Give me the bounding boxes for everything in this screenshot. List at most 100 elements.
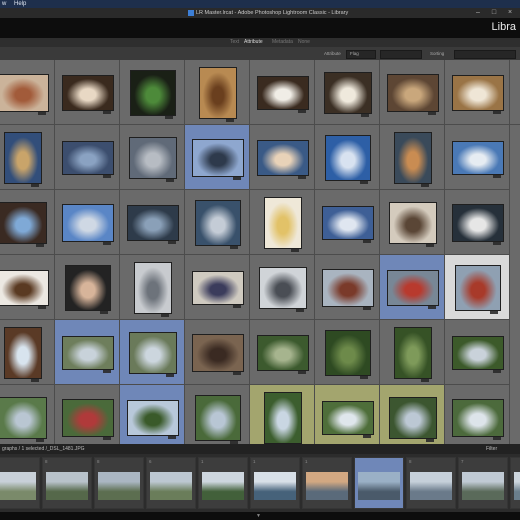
grid-cell[interactable] (55, 385, 120, 444)
photo-thumbnail[interactable] (257, 335, 308, 370)
photo-thumbnail[interactable] (452, 399, 503, 436)
filmstrip-thumbnail[interactable] (306, 472, 348, 500)
grid-cell[interactable] (380, 125, 445, 190)
grid-cell[interactable] (185, 385, 250, 444)
filmstrip-thumbnail[interactable] (0, 472, 36, 500)
filmstrip-thumbnail[interactable] (98, 472, 140, 500)
photo-thumbnail[interactable] (0, 270, 48, 305)
close-icon[interactable]: × (502, 8, 518, 18)
photo-thumbnail[interactable] (324, 72, 371, 113)
filmstrip-cell[interactable]: 1 (302, 457, 352, 509)
photo-thumbnail[interactable] (452, 75, 503, 110)
grid-cell[interactable] (0, 255, 55, 320)
photo-thumbnail[interactable] (62, 75, 113, 110)
photo-thumbnail[interactable] (322, 206, 373, 239)
photo-thumbnail[interactable] (62, 204, 113, 241)
menu-item-window[interactable]: w (2, 0, 6, 8)
photo-thumbnail[interactable] (257, 76, 308, 109)
grid-cell[interactable] (315, 255, 380, 320)
filmstrip-thumbnail[interactable] (150, 472, 192, 500)
grid-cell[interactable] (445, 255, 510, 320)
grid-cell[interactable] (120, 255, 185, 320)
grid-cell[interactable] (445, 60, 510, 125)
photo-thumbnail[interactable] (4, 132, 41, 183)
filter-attribute[interactable]: Attribute (244, 38, 263, 47)
photo-thumbnail[interactable] (259, 267, 306, 308)
rating-filter-box[interactable] (380, 50, 422, 59)
grid-cell[interactable] (445, 125, 510, 190)
photo-thumbnail[interactable] (0, 74, 48, 111)
photo-thumbnail[interactable] (192, 139, 243, 176)
filmstrip-cell[interactable]: 1 (198, 457, 248, 509)
grid-cell[interactable] (0, 60, 55, 125)
filter-metadata[interactable]: Metadata (272, 38, 293, 47)
photo-thumbnail[interactable] (322, 401, 373, 434)
menu-item-help[interactable]: Help (14, 0, 26, 8)
filmstrip-thumbnail[interactable] (202, 472, 244, 500)
grid-cell[interactable] (55, 255, 120, 320)
filmstrip-cell[interactable]: 1 (250, 457, 300, 509)
grid-cell[interactable] (315, 320, 380, 385)
filmstrip-cell[interactable] (0, 457, 40, 509)
photo-thumbnail[interactable] (387, 270, 438, 305)
grid-cell[interactable] (185, 60, 250, 125)
photo-thumbnail[interactable] (127, 205, 178, 240)
grid-cell[interactable] (380, 385, 445, 444)
grid-cell[interactable] (185, 125, 250, 190)
grid-cell[interactable] (250, 255, 315, 320)
filmstrip-thumbnail[interactable] (462, 472, 504, 500)
photo-thumbnail[interactable] (62, 141, 113, 174)
photo-thumbnail[interactable] (134, 262, 171, 313)
filmstrip-cell[interactable]: 8 (94, 457, 144, 509)
photo-thumbnail[interactable] (322, 269, 373, 306)
photo-thumbnail[interactable] (199, 67, 236, 118)
grid-cell[interactable] (0, 125, 55, 190)
filmstrip-cell[interactable] (510, 457, 520, 509)
maximize-icon[interactable]: □ (486, 8, 502, 18)
filmstrip-thumbnail[interactable] (254, 472, 296, 500)
photo-thumbnail[interactable] (195, 200, 240, 245)
photo-thumbnail[interactable] (192, 334, 243, 371)
grid-cell[interactable] (55, 320, 120, 385)
grid-cell[interactable] (250, 190, 315, 255)
photo-thumbnail[interactable] (452, 141, 503, 174)
grid-cell[interactable] (380, 60, 445, 125)
filmstrip-thumbnail[interactable] (46, 472, 88, 500)
grid-cell[interactable] (315, 385, 380, 444)
photo-thumbnail[interactable] (325, 330, 370, 375)
filter-none[interactable]: None (298, 38, 310, 47)
filmstrip-cell[interactable]: 6 (146, 457, 196, 509)
photo-thumbnail[interactable] (455, 265, 500, 310)
sort-stars-box[interactable] (454, 50, 516, 59)
photo-thumbnail[interactable] (192, 271, 243, 304)
grid-cell[interactable] (250, 60, 315, 125)
photo-thumbnail[interactable] (195, 395, 240, 440)
grid-cell[interactable] (120, 60, 185, 125)
grid-cell[interactable] (0, 190, 55, 255)
minimize-icon[interactable]: – (470, 8, 486, 18)
photo-thumbnail[interactable] (452, 204, 503, 241)
photo-thumbnail[interactable] (0, 202, 46, 243)
photo-thumbnail[interactable] (65, 265, 110, 310)
grid-cell[interactable] (315, 60, 380, 125)
grid-cell[interactable] (315, 190, 380, 255)
photo-thumbnail[interactable] (62, 399, 113, 436)
grid-cell[interactable] (185, 190, 250, 255)
grid-cell[interactable] (250, 385, 315, 444)
grid-cell[interactable] (315, 125, 380, 190)
grid-cell[interactable] (55, 60, 120, 125)
photo-thumbnail[interactable] (129, 137, 176, 178)
photo-thumbnail[interactable] (389, 202, 436, 243)
grid-cell[interactable] (445, 385, 510, 444)
grid-cell[interactable] (120, 190, 185, 255)
grid-cell[interactable] (120, 320, 185, 385)
photo-thumbnail[interactable] (452, 336, 503, 369)
photo-thumbnail[interactable] (257, 140, 308, 175)
filmstrip-cell[interactable]: 8 (42, 457, 92, 509)
photo-thumbnail[interactable] (394, 327, 431, 378)
bottom-panel-toggle[interactable]: ▼ (0, 512, 520, 520)
filmstrip-thumbnail[interactable] (410, 472, 452, 500)
grid-cell[interactable] (185, 320, 250, 385)
module-name-library[interactable]: Libra (492, 21, 516, 33)
grid-cell[interactable] (445, 190, 510, 255)
